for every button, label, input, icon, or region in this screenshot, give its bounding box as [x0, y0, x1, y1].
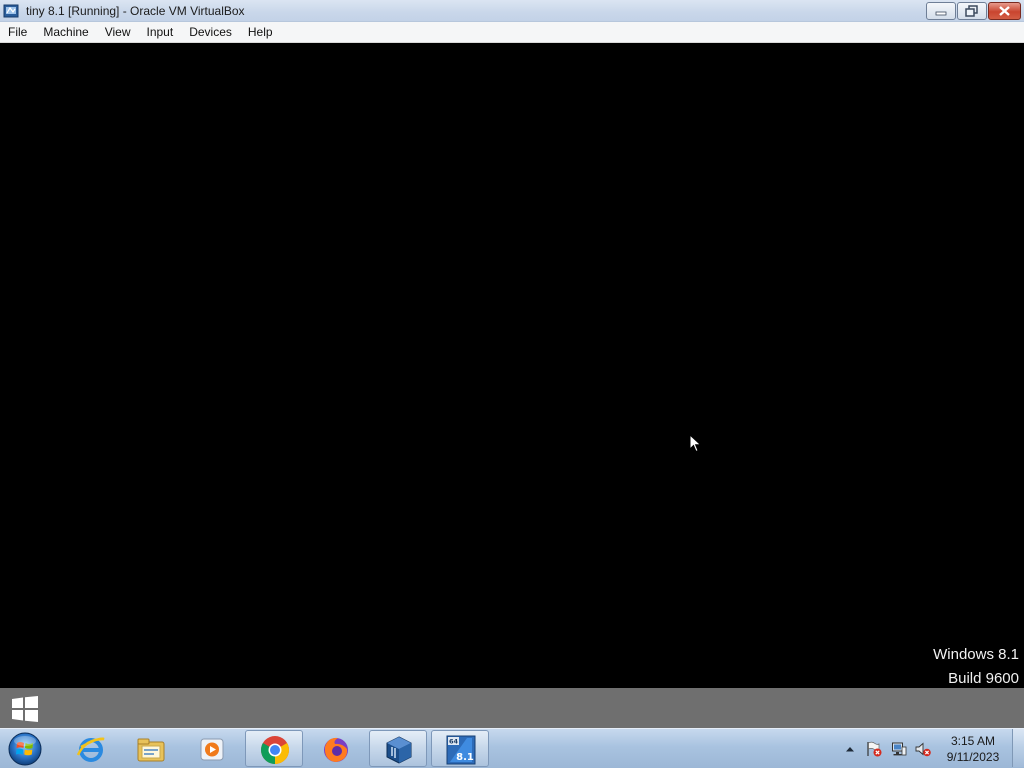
title-bar[interactable]: tiny 8.1 [Running] - Oracle VM VirtualBo… — [0, 0, 1024, 22]
internet-explorer-icon — [76, 737, 105, 762]
close-icon — [999, 6, 1010, 16]
vm-badge: 64 — [449, 738, 459, 746]
menu-view[interactable]: View — [97, 22, 139, 43]
menu-machine[interactable]: Machine — [35, 22, 96, 43]
restore-icon — [965, 5, 978, 17]
windows-logo-icon[interactable] — [11, 696, 39, 722]
vm-windows-8-1-icon: 64 8.1 — [446, 735, 476, 765]
show-desktop-button[interactable] — [1012, 729, 1024, 767]
taskbar-virtualbox[interactable] — [369, 730, 427, 767]
screen: tiny 8.1 [Running] - Oracle VM VirtualBo… — [0, 0, 1024, 768]
taskbar-firefox[interactable] — [307, 730, 365, 767]
taskbar-file-explorer[interactable] — [122, 730, 180, 767]
virtualbox-icon — [386, 736, 412, 764]
menu-help[interactable]: Help — [240, 22, 281, 43]
mouse-cursor-icon — [689, 434, 702, 453]
taskbar-chrome[interactable] — [245, 730, 303, 767]
file-explorer-icon — [137, 738, 165, 762]
menu-bar: File Machine View Input Devices Help — [0, 22, 1024, 43]
windows-version-watermark: Windows 8.1 Build 9600 — [933, 643, 1019, 691]
restore-button[interactable] — [957, 2, 987, 20]
vm-version-label: 8.1 — [456, 752, 474, 763]
system-clock[interactable]: 3:15 AM 9/11/2023 — [940, 733, 1006, 765]
menu-input[interactable]: Input — [139, 22, 182, 43]
minimize-button[interactable] — [926, 2, 956, 20]
clock-time: 3:15 AM — [950, 734, 996, 748]
media-player-icon — [200, 738, 224, 761]
menu-devices[interactable]: Devices — [181, 22, 240, 43]
action-center-flag-icon[interactable] — [866, 741, 882, 757]
menu-file[interactable]: File — [0, 22, 35, 43]
host-taskbar: 64 8.1 3:15 AM 9/11/2023 — [0, 728, 1024, 768]
show-hidden-icons-arrow[interactable] — [845, 745, 855, 753]
chrome-icon — [261, 736, 289, 764]
firefox-icon — [324, 737, 348, 762]
watermark-os: Windows 8.1 — [933, 646, 1019, 663]
volume-muted-icon[interactable] — [915, 741, 931, 757]
window-controls — [926, 2, 1021, 20]
windows-orb-icon[interactable] — [6, 731, 44, 767]
window-title: tiny 8.1 [Running] - Oracle VM VirtualBo… — [26, 4, 245, 18]
network-icon[interactable] — [891, 741, 907, 757]
taskbar-vm-windows-8-1[interactable]: 64 8.1 — [431, 730, 489, 767]
virtualbox-icon[interactable] — [3, 3, 19, 19]
minimize-icon — [935, 11, 947, 16]
taskbar-internet-explorer[interactable] — [62, 730, 120, 767]
close-button[interactable] — [988, 2, 1021, 20]
clock-date: 9/11/2023 — [946, 750, 1000, 764]
guest-display[interactable]: Windows 8.1 Build 9600 — [0, 43, 1024, 728]
taskbar-media-player[interactable] — [183, 730, 241, 767]
guest-taskbar — [0, 688, 1024, 728]
virtualbox-window: tiny 8.1 [Running] - Oracle VM VirtualBo… — [0, 0, 1024, 728]
